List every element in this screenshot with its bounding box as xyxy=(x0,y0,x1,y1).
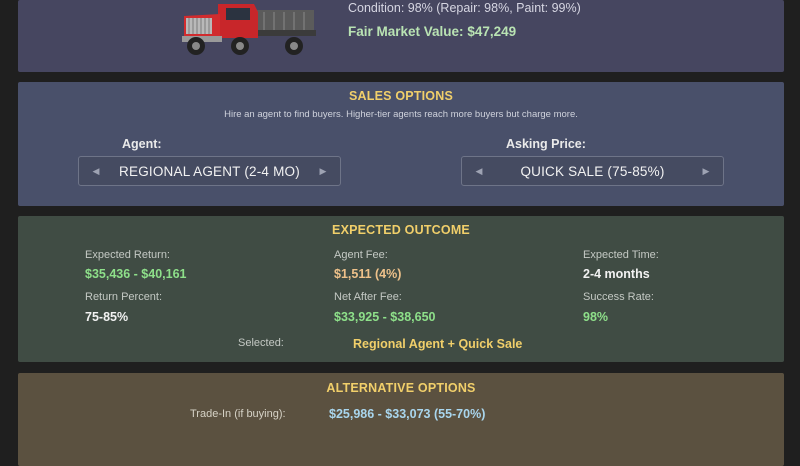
sales-options-title: SALES OPTIONS xyxy=(348,89,453,103)
expected-outcome-panel: EXPECTED OUTCOME Expected Return: $35,43… xyxy=(18,216,784,362)
agent-label: Agent: xyxy=(122,137,162,151)
expected-outcome-title: EXPECTED OUTCOME xyxy=(332,223,470,237)
price-next-arrow-icon[interactable]: ▶ xyxy=(699,166,713,177)
asking-price-selected-value: QUICK SALE (75-85%) xyxy=(520,163,665,179)
success-rate-label: Success Rate: xyxy=(583,291,654,303)
agent-prev-arrow-icon[interactable]: ◀ xyxy=(89,166,103,177)
agent-fee-value: $1,511 (4%) xyxy=(334,267,402,281)
alternative-options-panel: ALTERNATIVE OPTIONS Trade-In (if buying)… xyxy=(18,373,784,466)
agent-fee-label: Agent Fee: xyxy=(334,249,388,261)
fmv-value: $47,249 xyxy=(467,24,517,39)
condition-text: Condition: 98% (Repair: 98%, Paint: 99%) xyxy=(348,1,581,15)
fmv-label: Fair Market Value: xyxy=(348,24,464,39)
net-after-fee-value: $33,925 - $38,650 xyxy=(334,310,436,324)
selected-label: Selected: xyxy=(238,337,284,349)
trade-in-label: Trade-In (if buying): xyxy=(190,408,286,420)
vehicle-summary-panel: Condition: 98% (Repair: 98%, Paint: 99%)… xyxy=(18,0,784,72)
expected-return-label: Expected Return: xyxy=(85,249,170,261)
agent-next-arrow-icon[interactable]: ▶ xyxy=(316,166,330,177)
expected-return-value: $35,436 - $40,161 xyxy=(85,267,187,281)
success-rate-value: 98% xyxy=(583,310,609,324)
truck-image xyxy=(182,4,316,55)
alternative-options-title: ALTERNATIVE OPTIONS xyxy=(326,381,476,395)
price-prev-arrow-icon[interactable]: ◀ xyxy=(472,166,486,177)
sales-options-panel: SALES OPTIONS Hire an agent to find buye… xyxy=(18,82,784,206)
selected-combination: Regional Agent + Quick Sale xyxy=(353,337,523,351)
fair-market-value: Fair Market Value: $47,249 xyxy=(348,24,516,39)
sales-options-subtitle: Hire an agent to find buyers. Higher-tie… xyxy=(224,109,578,120)
agent-selected-value: REGIONAL AGENT (2-4 MO) xyxy=(119,163,300,179)
asking-price-label: Asking Price: xyxy=(506,137,586,151)
expected-time-value: 2-4 months xyxy=(583,267,650,281)
expected-time-label: Expected Time: xyxy=(583,249,659,261)
return-percent-value: 75-85% xyxy=(85,310,129,324)
net-after-fee-label: Net After Fee: xyxy=(334,291,402,303)
agent-selector[interactable]: ◀ REGIONAL AGENT (2-4 MO) ▶ xyxy=(78,156,341,186)
return-percent-label: Return Percent: xyxy=(85,291,163,303)
asking-price-selector[interactable]: ◀ QUICK SALE (75-85%) ▶ xyxy=(461,156,724,186)
trade-in-value: $25,986 - $33,073 (55-70%) xyxy=(329,407,486,421)
